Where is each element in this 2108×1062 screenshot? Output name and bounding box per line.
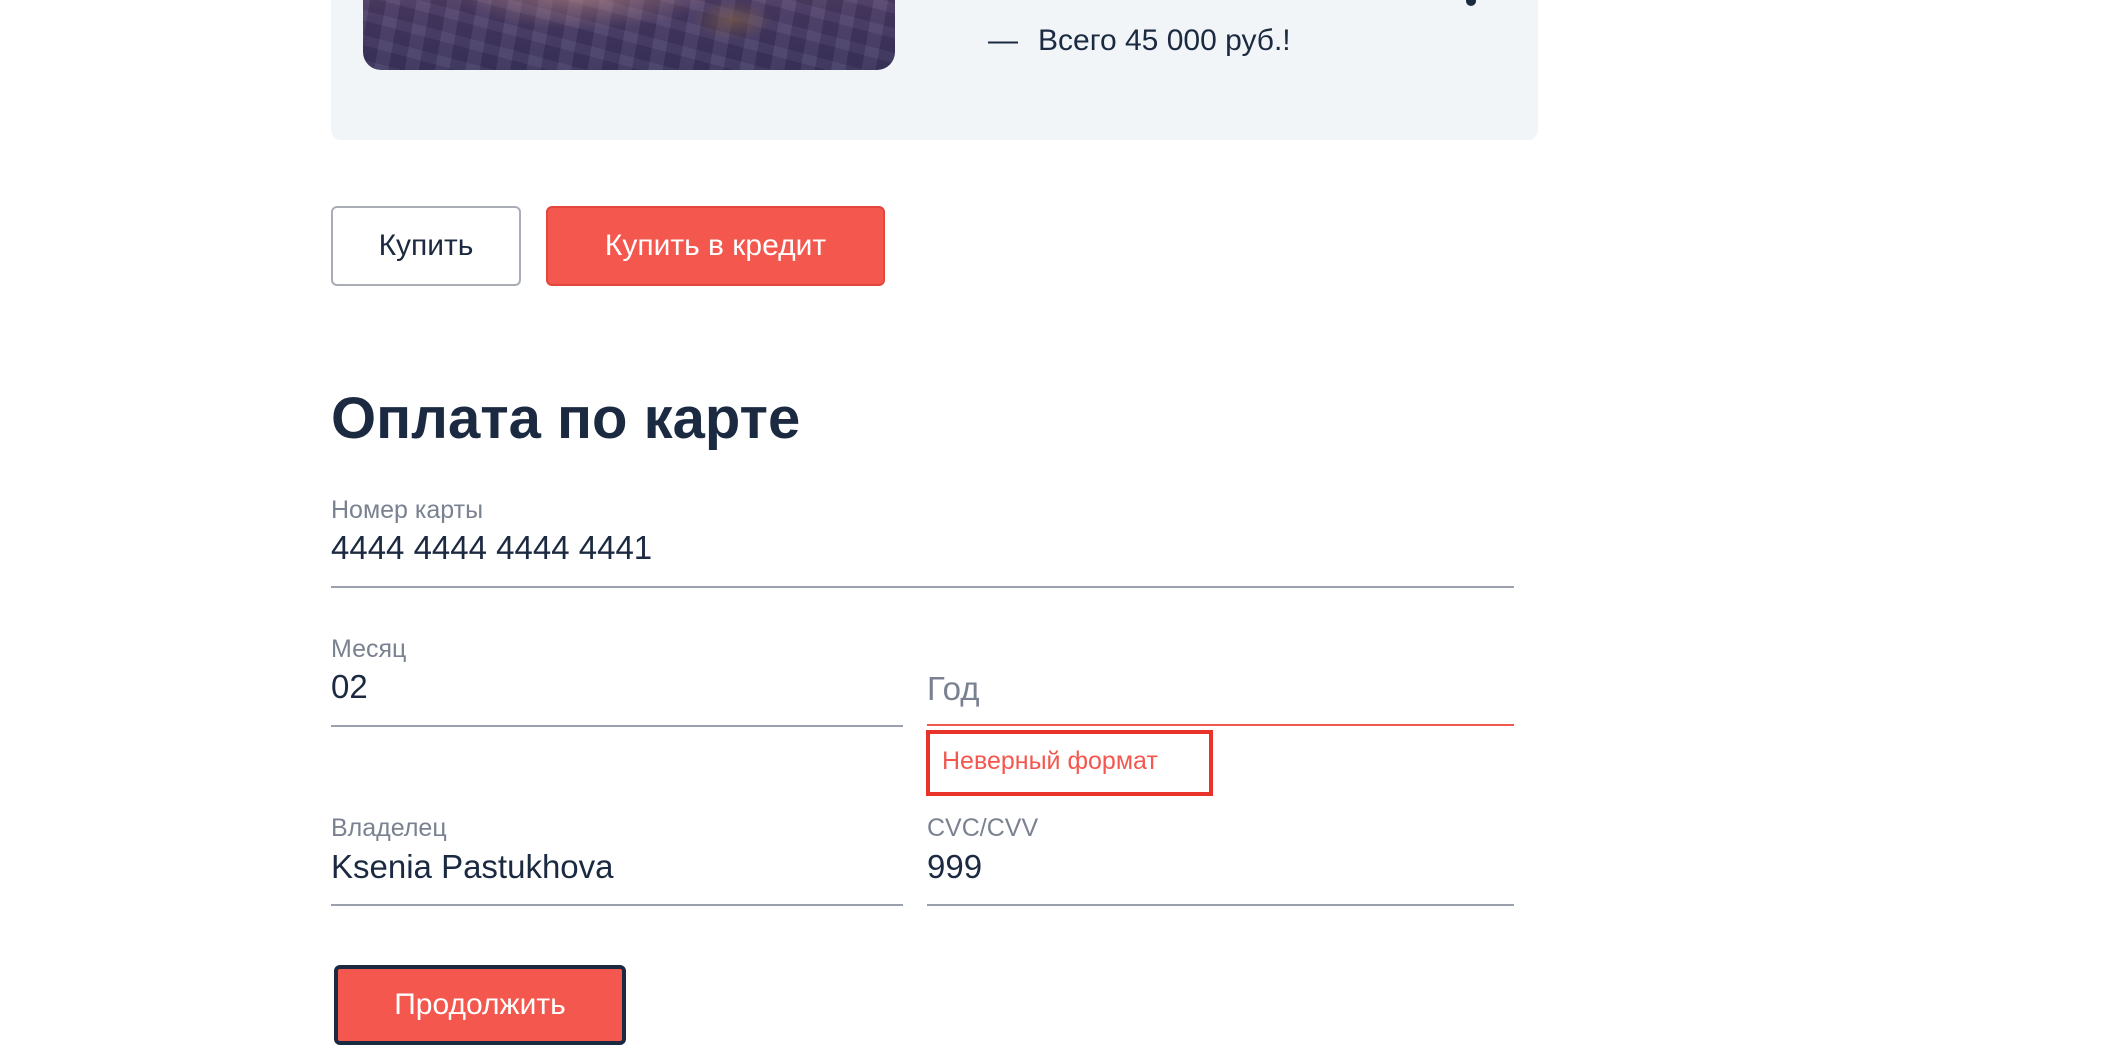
card-number-input[interactable]: 4444 4444 4444 4441 xyxy=(331,529,1514,567)
year-input[interactable]: Год xyxy=(927,670,1514,708)
continue-button[interactable]: Продолжить xyxy=(334,965,626,1045)
image-texture-highlight xyxy=(453,0,713,30)
owner-underline xyxy=(331,904,903,906)
month-label: Месяц xyxy=(331,635,407,663)
price-text: Всего 45 000 руб.! xyxy=(1038,24,1291,57)
card-number-label: Номер карты xyxy=(331,496,484,524)
product-price: — Всего 45 000 руб.! xyxy=(988,24,1291,58)
year-error-message: Неверный формат xyxy=(942,747,1158,775)
month-input[interactable]: 02 xyxy=(331,668,903,706)
buy-credit-button[interactable]: Купить в кредит xyxy=(546,206,885,286)
price-dash: — xyxy=(988,24,1018,57)
cvc-input[interactable]: 999 xyxy=(927,848,1514,886)
cvc-underline xyxy=(927,904,1514,906)
year-underline xyxy=(927,724,1514,726)
month-underline xyxy=(331,725,903,727)
buy-button[interactable]: Купить xyxy=(331,206,521,286)
image-texture-shadow xyxy=(693,0,773,40)
owner-label: Владелец xyxy=(331,814,447,842)
product-image xyxy=(363,0,895,70)
card-number-underline xyxy=(331,586,1514,588)
payment-title: Оплата по карте xyxy=(331,386,801,451)
owner-input[interactable]: Ksenia Pastukhova xyxy=(331,848,903,886)
cvc-label: CVC/CVV xyxy=(927,814,1039,842)
